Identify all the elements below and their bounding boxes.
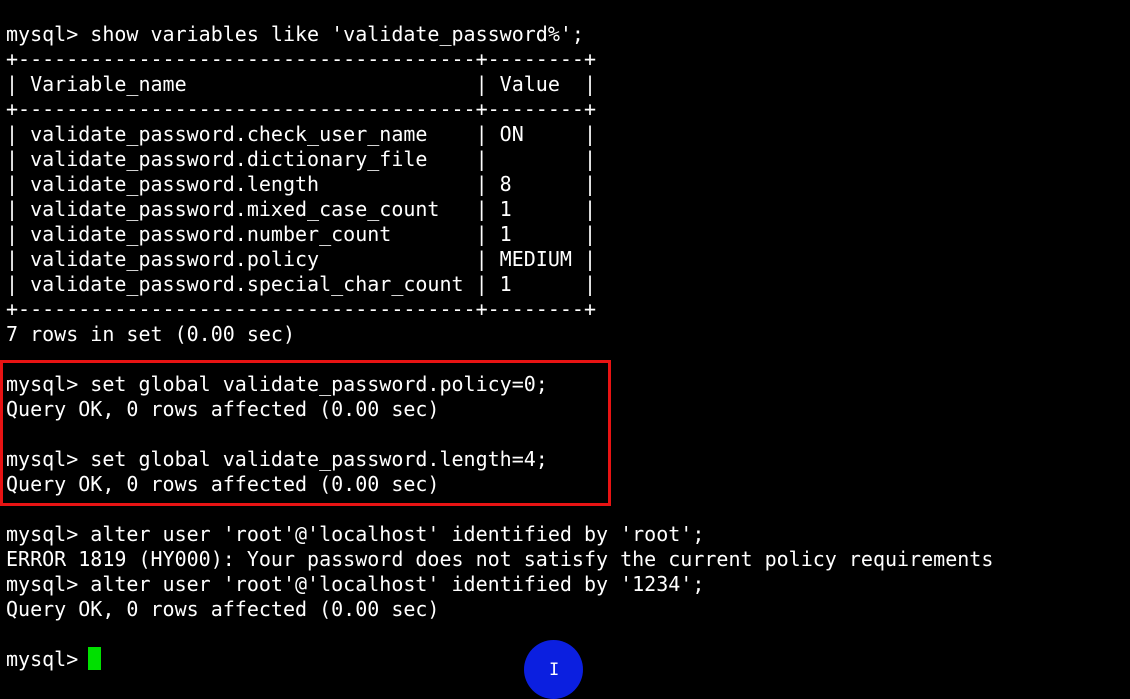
- ibeam-cursor-icon: I: [549, 660, 560, 680]
- result-summary: 7 rows in set (0.00 sec): [6, 322, 295, 346]
- table-row: | validate_password.number_count | 1 |: [6, 222, 597, 246]
- table-border-header: +--------------------------------------+…: [6, 97, 597, 121]
- text-cursor: [88, 647, 101, 670]
- terminal-window[interactable]: mysql> show variables like 'validate_pas…: [0, 0, 1130, 699]
- table-row: | validate_password.special_char_count |…: [6, 272, 597, 296]
- error-message: ERROR 1819 (HY000): Your password does n…: [6, 547, 994, 571]
- table-row: | validate_password.check_user_name | ON…: [6, 122, 597, 146]
- table-row: | validate_password.policy | MEDIUM |: [6, 247, 597, 271]
- command-line-show-variables: mysql> show variables like 'validate_pas…: [6, 22, 584, 46]
- highlight-annotation-box: [0, 360, 611, 506]
- table-border-bottom: +--------------------------------------+…: [6, 297, 597, 321]
- table-row: | validate_password.mixed_case_count | 1…: [6, 197, 597, 221]
- table-border-top: +--------------------------------------+…: [6, 47, 597, 71]
- command-prompt[interactable]: mysql>: [6, 647, 90, 672]
- table-row: | validate_password.length | 8 |: [6, 172, 597, 196]
- table-header-row: | Variable_name | Value |: [6, 72, 597, 96]
- table-row: | validate_password.dictionary_file | |: [6, 147, 597, 171]
- command-line-alter-user-root: mysql> alter user 'root'@'localhost' ide…: [6, 522, 705, 546]
- command-line-alter-user-1234: mysql> alter user 'root'@'localhost' ide…: [6, 572, 705, 596]
- query-result: Query OK, 0 rows affected (0.00 sec): [6, 597, 440, 621]
